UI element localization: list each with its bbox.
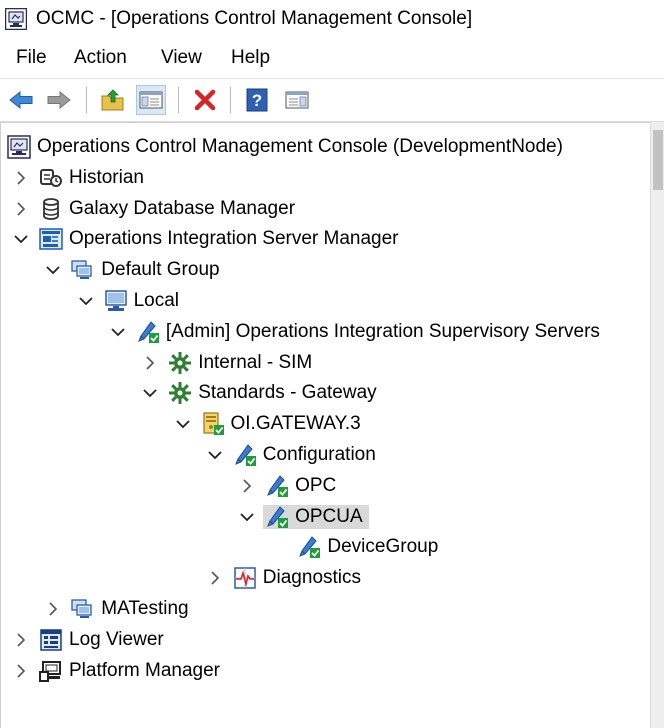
tree-node-opcua[interactable]: OPCUA (1, 502, 649, 532)
tree-node-label[interactable]: Default Group (101, 259, 219, 281)
gear-icon (168, 351, 192, 375)
tree-node-label[interactable]: Log Viewer (69, 629, 164, 651)
chevron-down-icon[interactable] (110, 324, 126, 340)
chevron-down-icon[interactable] (45, 262, 61, 278)
chevron-right-icon[interactable] (239, 478, 255, 494)
chevron-right-icon[interactable] (13, 632, 29, 648)
chevron-down-icon[interactable] (239, 509, 255, 525)
tree-node-label[interactable]: Standards - Gateway (198, 382, 376, 404)
tree-node-platform-manager[interactable]: Platform Manager (1, 656, 649, 686)
console-tree[interactable]: Operations Control Management Console (D… (0, 122, 650, 728)
log-viewer-icon (39, 628, 63, 652)
chevron-right-icon[interactable] (142, 355, 158, 371)
forward-arrow-icon (46, 90, 72, 110)
tree-node-label[interactable]: OI.GATEWAY.3 (231, 413, 361, 435)
historian-icon (39, 166, 63, 190)
chevron-down-icon[interactable] (78, 293, 94, 309)
up-one-level-button[interactable] (98, 85, 128, 115)
database-icon (39, 197, 63, 221)
chevron-down-icon[interactable] (175, 416, 191, 432)
toolbar-separator (178, 87, 179, 113)
tree-node-standards-gateway[interactable]: Standards - Gateway (1, 378, 649, 408)
menu-view[interactable]: View (161, 47, 202, 69)
tree-node-diagnostics[interactable]: Diagnostics (1, 563, 649, 593)
action-pane-icon (285, 90, 309, 110)
window-title: OCMC - [Operations Control Management Co… (36, 8, 473, 29)
gear-icon (168, 381, 192, 405)
console-icon (4, 7, 28, 31)
help-button[interactable]: ? (242, 85, 272, 115)
tree-node-ois-manager[interactable]: Operations Integration Server Manager (1, 224, 649, 254)
tree-node-root[interactable]: Operations Control Management Console (D… (1, 132, 649, 162)
platform-icon (39, 659, 63, 683)
pen-check-icon (265, 474, 289, 498)
tree-node-label[interactable]: DeviceGroup (327, 536, 438, 558)
chevron-down-icon[interactable] (207, 447, 223, 463)
pen-check-icon (136, 320, 160, 344)
svg-text:?: ? (252, 91, 262, 110)
tree-node-matesting[interactable]: MATesting (1, 594, 649, 624)
tree-node-galaxy-db[interactable]: Galaxy Database Manager (1, 194, 649, 224)
chevron-down-icon[interactable] (142, 385, 158, 401)
chevron-right-icon[interactable] (45, 601, 61, 617)
show-hide-action-pane-button[interactable] (282, 85, 312, 115)
tree-node-label[interactable]: Galaxy Database Manager (69, 198, 295, 220)
menu-bar: File Action View Help (0, 40, 664, 78)
diagnostics-icon (233, 566, 257, 590)
chevron-right-icon[interactable] (207, 570, 223, 586)
tree-node-log-viewer[interactable]: Log Viewer (1, 625, 649, 655)
forward-button[interactable] (44, 85, 74, 115)
chevron-right-icon[interactable] (13, 663, 29, 679)
tree-node-label[interactable]: Diagnostics (263, 567, 361, 589)
tree-node-admin-servers[interactable]: [Admin] Operations Integration Superviso… (1, 317, 649, 347)
show-hide-console-tree-button[interactable] (136, 85, 166, 115)
delete-x-icon (193, 88, 217, 112)
menu-help[interactable]: Help (231, 47, 270, 69)
tree-node-label[interactable]: Internal - SIM (198, 352, 312, 374)
server-check-icon (201, 412, 225, 436)
tree-node-label[interactable]: Operations Integration Server Manager (69, 228, 399, 250)
tree-node-default-group[interactable]: Default Group (1, 255, 649, 285)
tree-node-label[interactable]: [Admin] Operations Integration Superviso… (166, 321, 600, 343)
back-button[interactable] (6, 85, 36, 115)
console-icon (7, 135, 31, 159)
tree-node-label[interactable]: MATesting (101, 598, 188, 620)
group-icon (71, 597, 95, 621)
menu-file[interactable]: File (16, 47, 47, 69)
folder-up-icon (100, 88, 126, 112)
toolbar-separator (86, 87, 87, 113)
tree-node-local[interactable]: Local (1, 286, 649, 316)
tree-node-label[interactable]: Configuration (263, 444, 376, 466)
vertical-scrollbar[interactable] (650, 122, 664, 728)
pen-check-icon (297, 535, 321, 559)
tree-node-label[interactable]: Local (134, 290, 179, 312)
tree-node-internal-sim[interactable]: Internal - SIM (1, 348, 649, 378)
tree-node-configuration[interactable]: Configuration (1, 440, 649, 470)
console-tree-icon (139, 90, 163, 110)
help-icon: ? (246, 88, 268, 112)
tree-node-historian[interactable]: Historian (1, 163, 649, 193)
tree-node-label[interactable]: Historian (69, 167, 144, 189)
menu-action[interactable]: Action (74, 47, 127, 69)
tree-node-label[interactable]: OPC (295, 475, 336, 497)
group-icon (71, 258, 95, 282)
tree-node-label[interactable]: Operations Control Management Console (D… (37, 136, 563, 158)
chevron-down-icon[interactable] (13, 231, 29, 247)
tree-node-device-group[interactable]: DeviceGroup (1, 532, 649, 562)
back-arrow-icon (8, 90, 34, 110)
toolbar-separator (230, 87, 231, 113)
tree-node-oi-gateway[interactable]: OI.GATEWAY.3 (1, 409, 649, 439)
chevron-right-icon[interactable] (13, 201, 29, 217)
server-manager-icon (39, 227, 63, 251)
chevron-right-icon[interactable] (13, 170, 29, 186)
scrollbar-thumb[interactable] (653, 130, 663, 190)
pen-check-icon (233, 443, 257, 467)
tree-node-label[interactable]: Platform Manager (69, 660, 220, 682)
computer-icon (104, 289, 128, 313)
pen-check-icon (265, 505, 289, 529)
toolbar: ? (0, 78, 664, 122)
title-bar: OCMC - [Operations Control Management Co… (0, 0, 664, 40)
delete-button[interactable] (190, 85, 220, 115)
tree-node-opc[interactable]: OPC (1, 471, 649, 501)
